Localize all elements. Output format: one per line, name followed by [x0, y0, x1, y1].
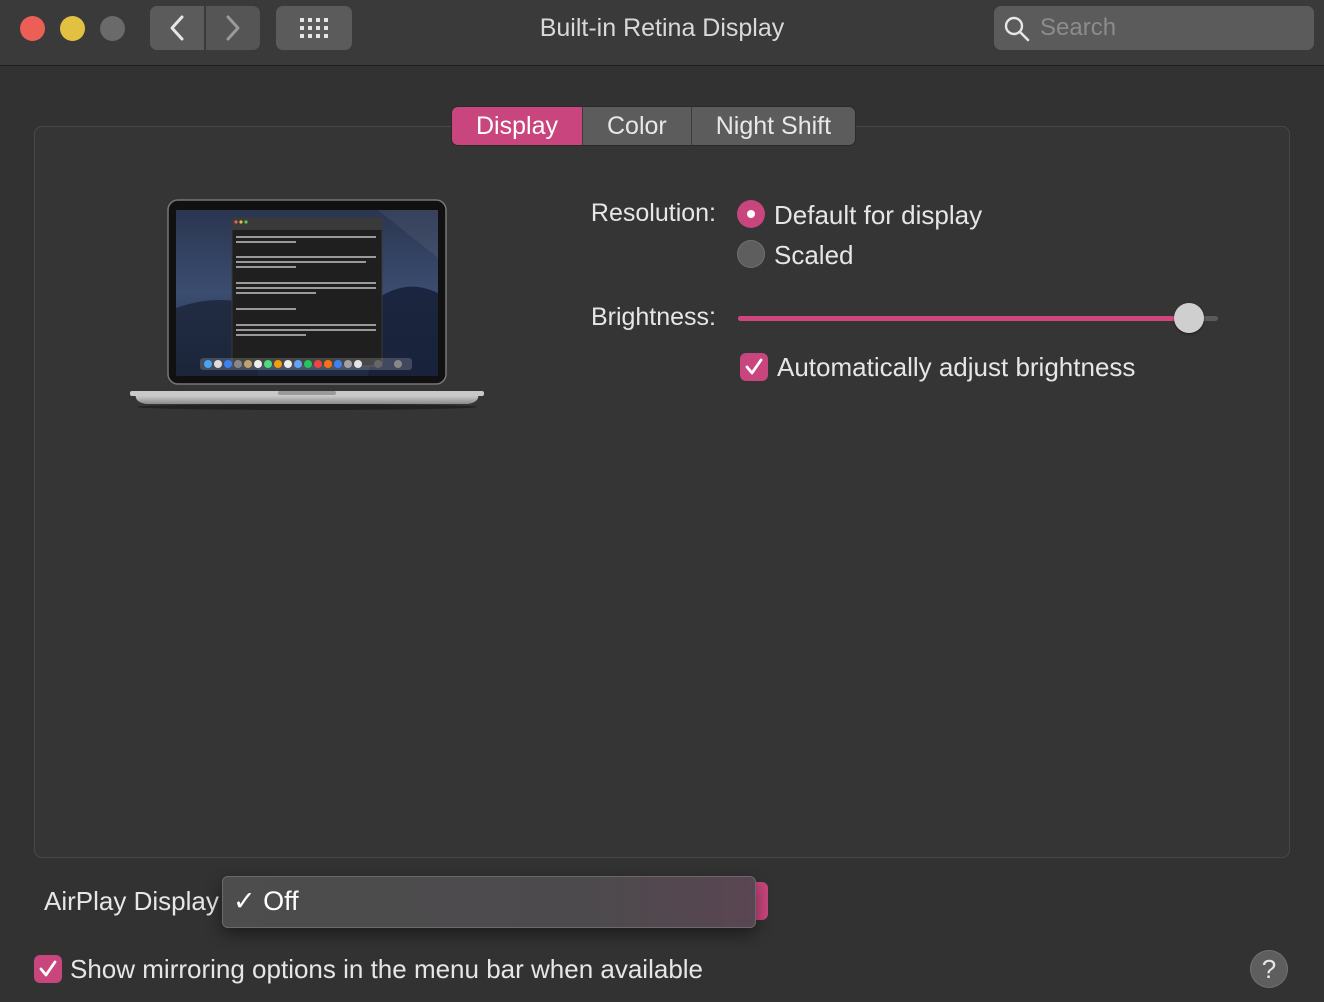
resolution-scaled-radio[interactable] [737, 240, 765, 268]
resolution-default-label[interactable]: Default for display [774, 200, 982, 231]
resolution-label: Resolution: [590, 199, 716, 227]
airplay-menu-item-off[interactable]: ✓ Off [233, 886, 299, 917]
tab-night-shift[interactable]: Night Shift [690, 107, 856, 145]
mirroring-label[interactable]: Show mirroring options in the menu bar w… [70, 954, 703, 985]
title-bar: Built-in Retina Display [0, 0, 1324, 66]
search-field[interactable] [994, 6, 1314, 50]
mirroring-checkbox[interactable] [34, 955, 62, 983]
resolution-default-radio[interactable] [737, 200, 765, 228]
search-icon [1004, 16, 1030, 42]
brightness-slider-knob[interactable] [1174, 303, 1205, 333]
auto-brightness-checkbox[interactable] [740, 353, 768, 381]
brightness-slider-track[interactable] [738, 316, 1218, 321]
checkmark-icon [745, 358, 763, 375]
tab-display[interactable]: Display [452, 107, 582, 145]
checkmark-icon [39, 960, 57, 977]
airplay-popup-stepper[interactable] [754, 882, 768, 920]
airplay-display-label: AirPlay Display [44, 886, 219, 916]
search-input[interactable] [1038, 12, 1302, 44]
help-button[interactable]: ? [1250, 950, 1288, 988]
airplay-display-menu[interactable]: ✓ Off [222, 876, 756, 928]
brightness-label: Brightness: [590, 303, 716, 331]
tab-bar: Display Color Night Shift [452, 107, 856, 145]
resolution-scaled-label[interactable]: Scaled [774, 240, 854, 271]
laptop-display-image [130, 199, 484, 410]
auto-brightness-label[interactable]: Automatically adjust brightness [777, 352, 1135, 383]
tab-color[interactable]: Color [581, 107, 691, 145]
brightness-slider-fill [738, 316, 1190, 321]
